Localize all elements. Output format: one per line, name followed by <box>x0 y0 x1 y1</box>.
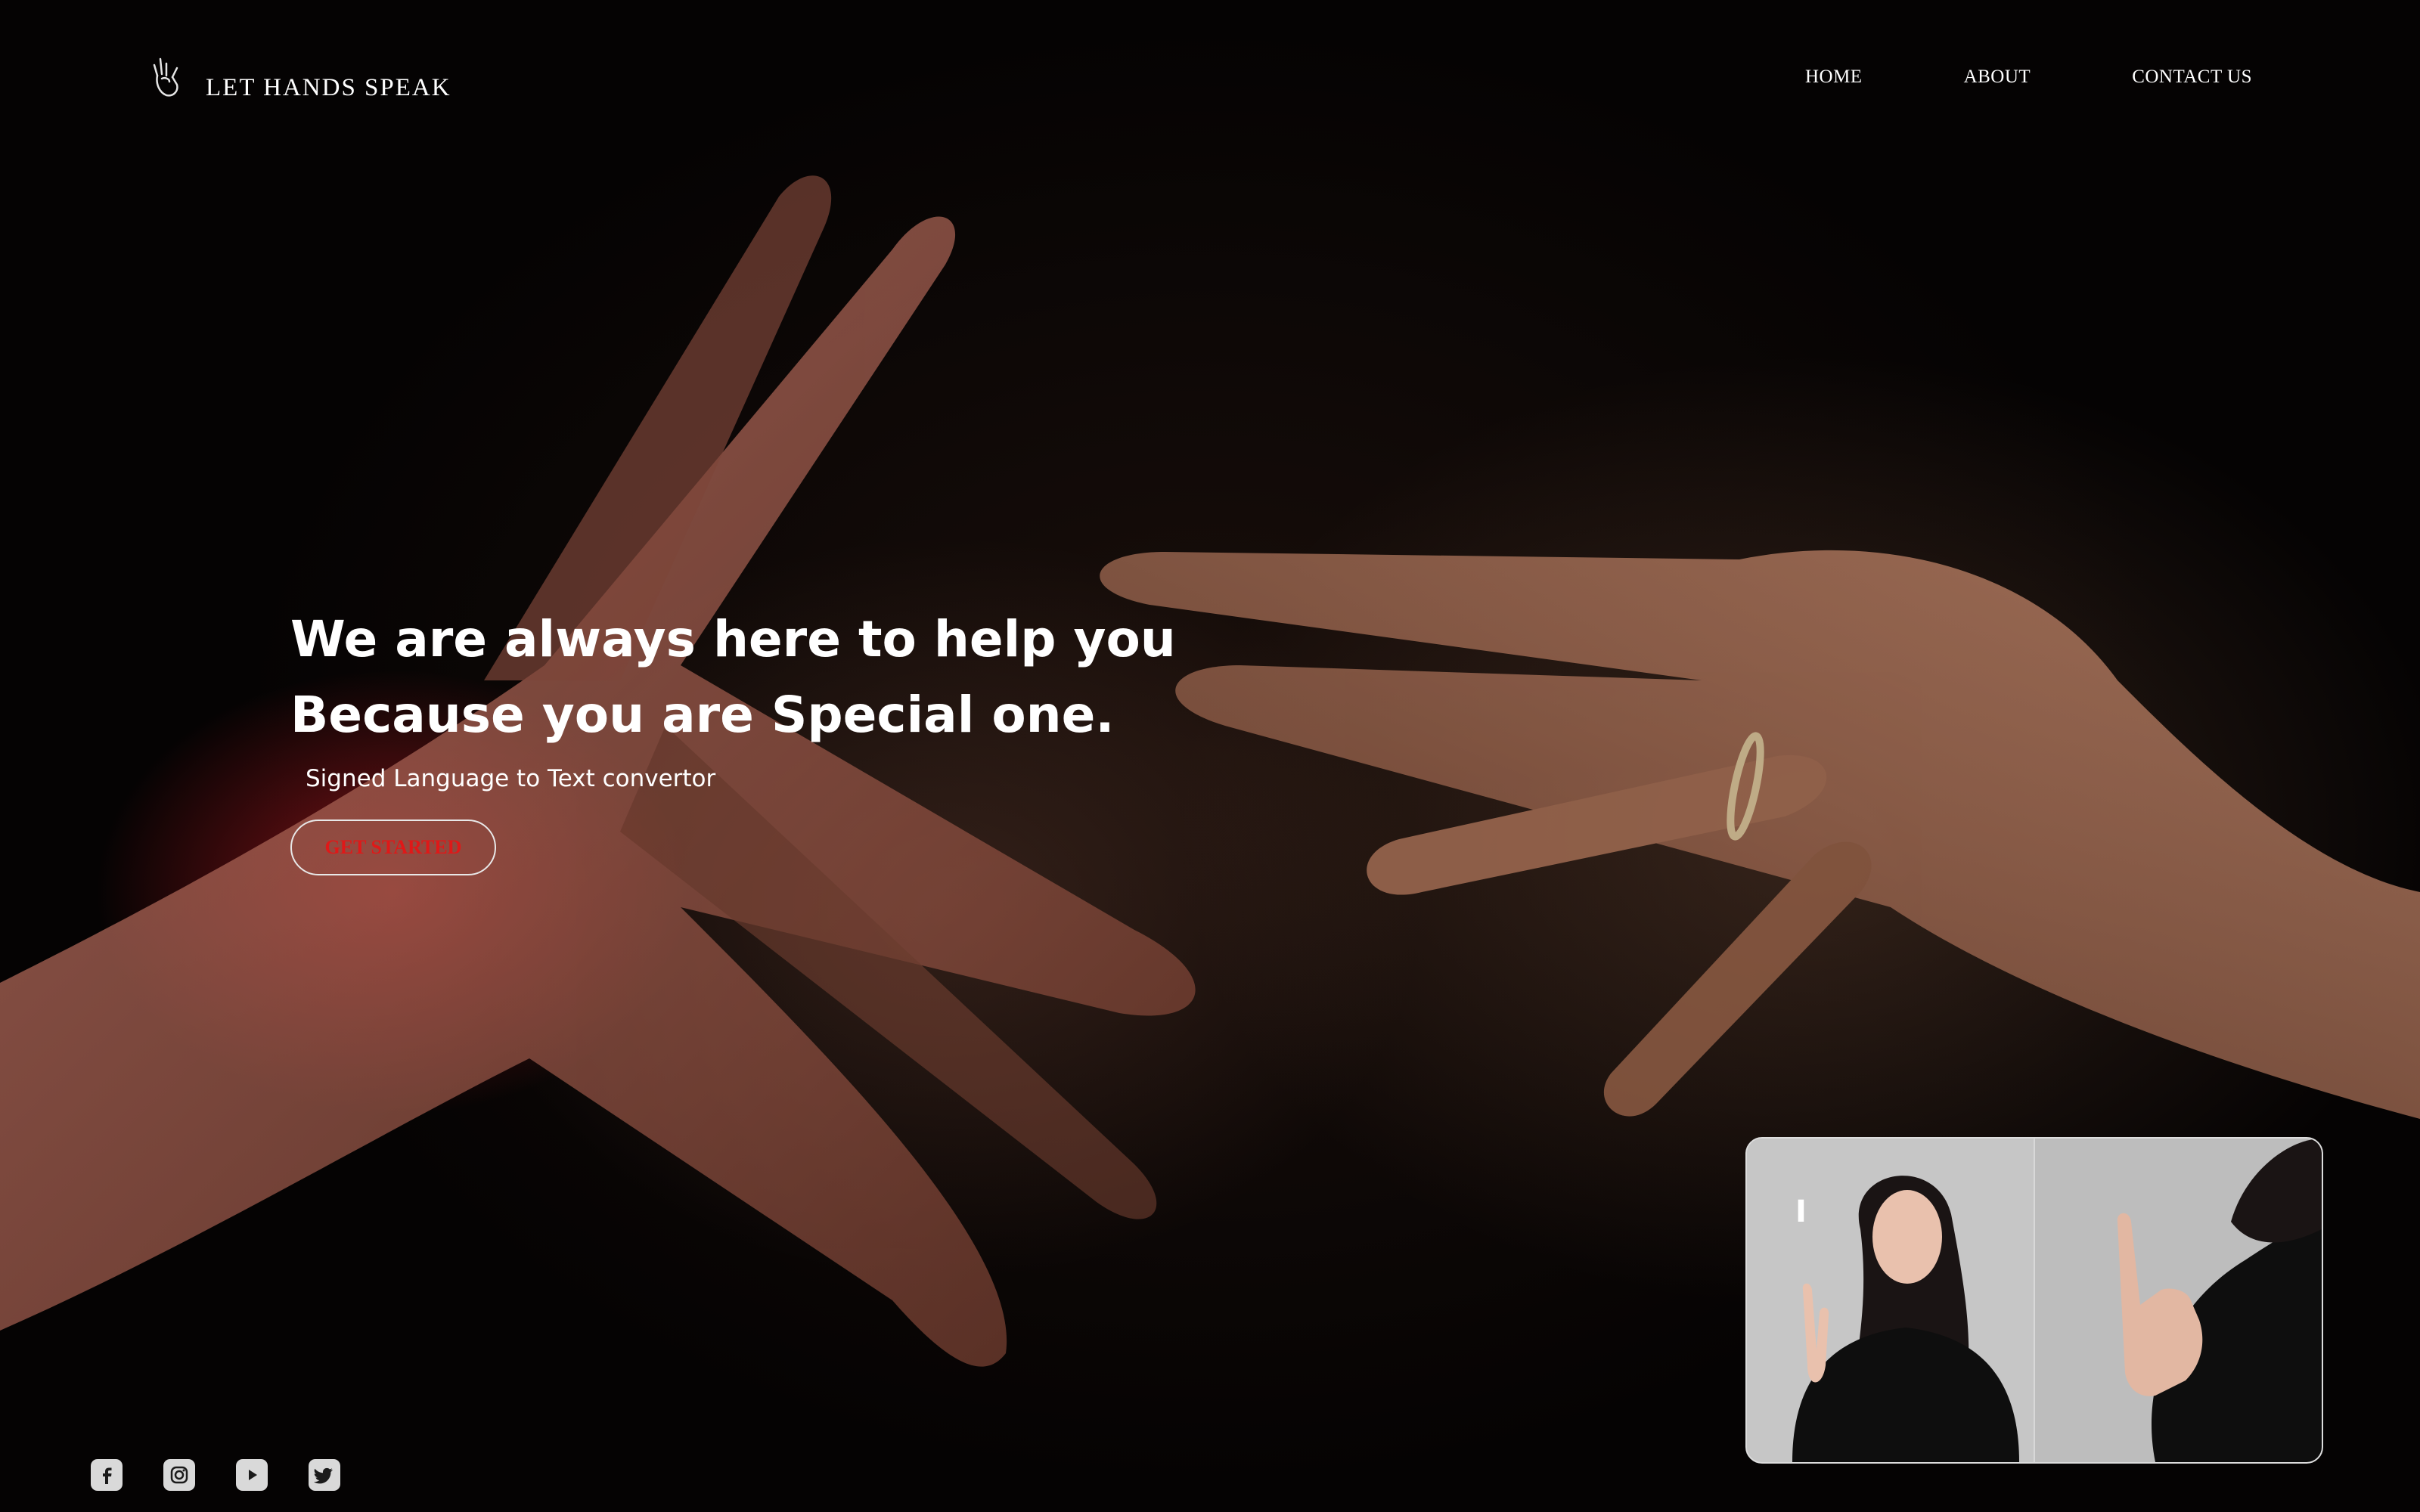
facebook-icon <box>103 1467 112 1484</box>
hand-sign-icon <box>153 57 178 97</box>
brand-name: LET HANDS SPEAK <box>206 74 451 101</box>
video-caption: I <box>1795 1194 1807 1229</box>
hero-section: We are always here to help you Because y… <box>290 602 1176 875</box>
social-links <box>91 1459 340 1491</box>
nav-contact-link[interactable]: CONTACT US <box>2132 67 2252 88</box>
site-header: LET HANDS SPEAK HOME ABOUT CONTACT US <box>0 0 2420 151</box>
sign-language-video[interactable]: I <box>1745 1137 2323 1464</box>
twitter-icon <box>314 1467 333 1484</box>
nav-home-link[interactable]: HOME <box>1805 67 1863 88</box>
instagram-link[interactable] <box>163 1459 195 1491</box>
hero-subtitle: Signed Language to Text convertor <box>306 765 716 792</box>
brand-logo[interactable]: LET HANDS SPEAK <box>151 54 451 102</box>
facebook-link[interactable] <box>91 1459 123 1491</box>
youtube-link[interactable] <box>236 1459 268 1491</box>
instagram-icon <box>170 1466 188 1484</box>
nav-about-link[interactable]: ABOUT <box>1964 67 2031 88</box>
get-started-button[interactable]: GET STARTED <box>290 820 496 875</box>
youtube-icon <box>249 1470 257 1480</box>
hero-headline-line2: Because you are Special one. <box>290 686 1115 744</box>
hero-headline: We are always here to help you Because y… <box>290 602 1176 753</box>
main-nav: HOME ABOUT CONTACT US <box>1805 67 2252 88</box>
twitter-link[interactable] <box>309 1459 340 1491</box>
hero-headline-line1: We are always here to help you <box>290 610 1176 668</box>
